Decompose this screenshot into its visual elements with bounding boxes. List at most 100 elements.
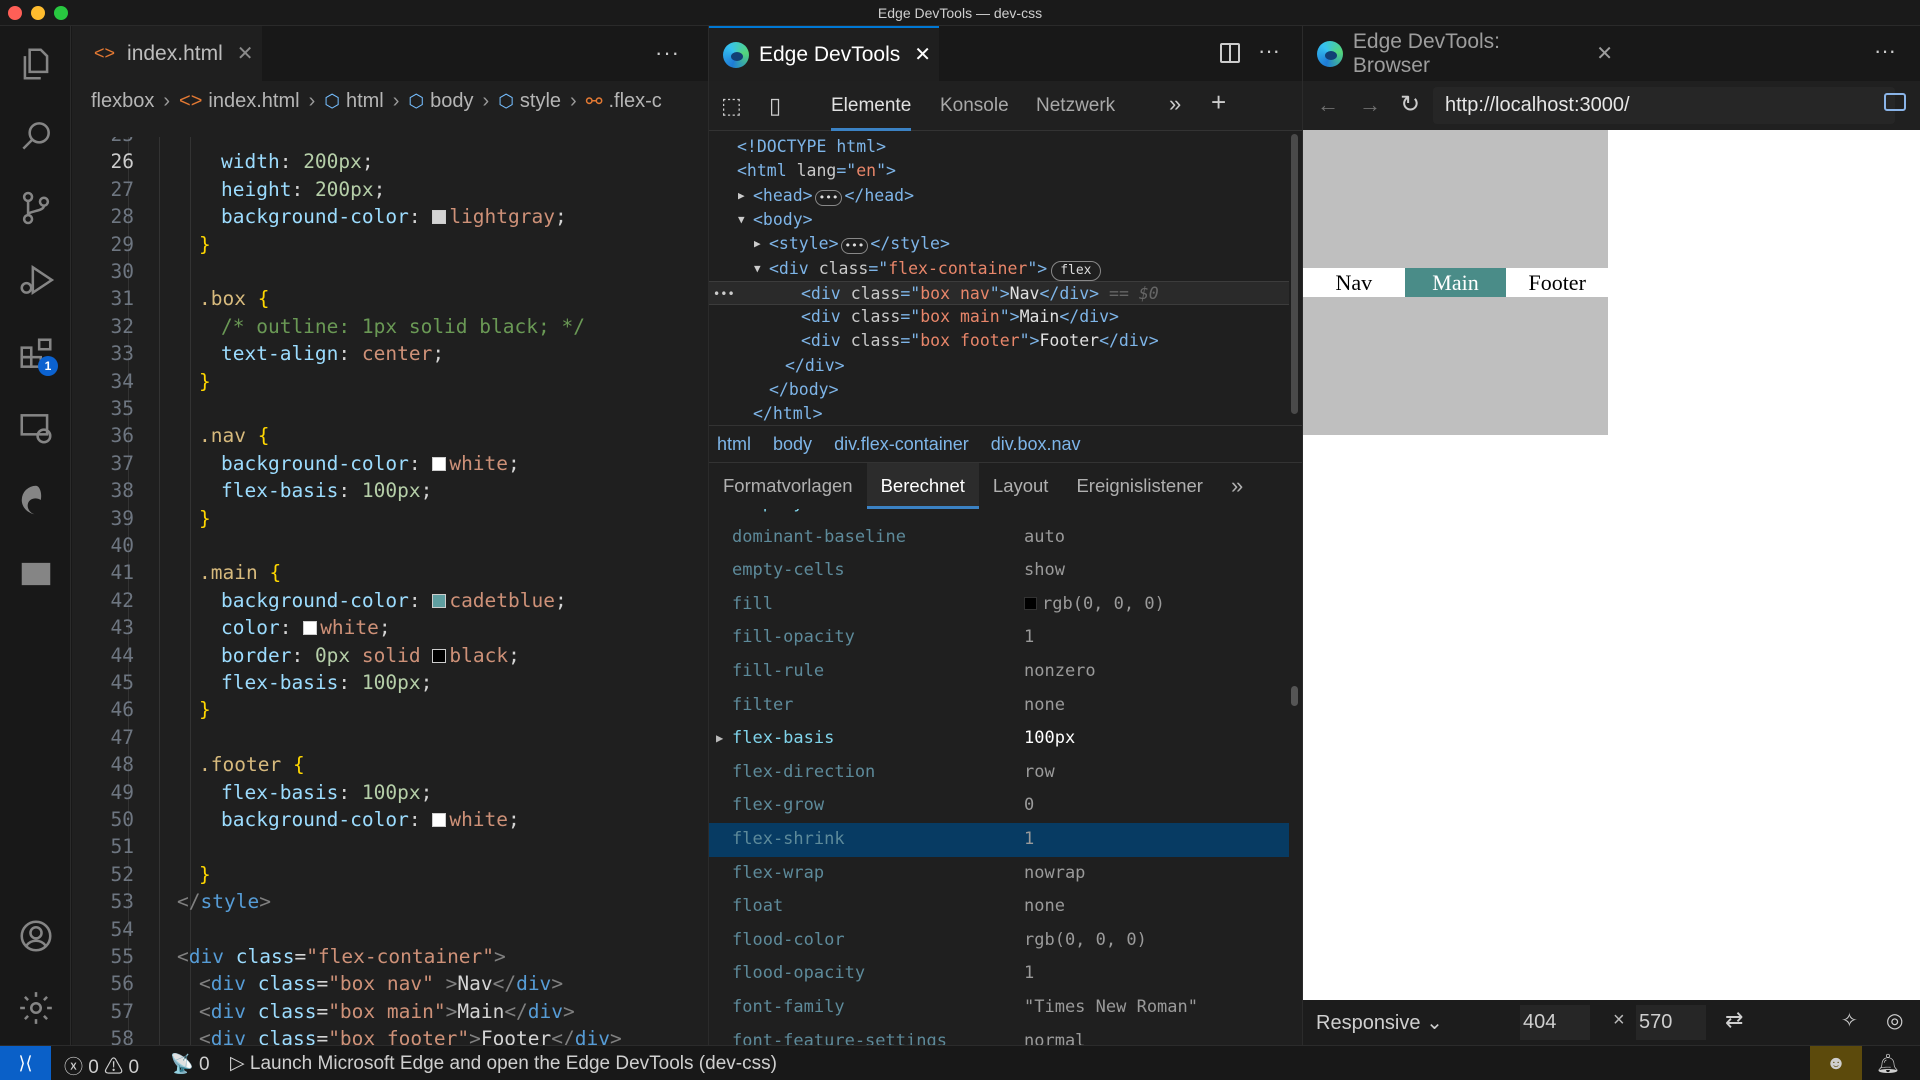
code-line[interactable]: 32 /* outline: 1px solid black; */ <box>72 313 708 340</box>
breadcrumb-item[interactable]: .flex-c <box>608 90 661 113</box>
tab-ereignislistener[interactable]: Ereignislistener <box>1062 463 1216 509</box>
code-line[interactable]: 48 .footer { <box>72 751 708 778</box>
node-actions-icon[interactable]: ••• <box>713 282 735 306</box>
accounts-button[interactable] <box>14 914 58 958</box>
computed-styles-list[interactable]: ▶ display block dominant-baseline auto empty-… <box>709 509 1289 1045</box>
browser-tab[interactable]: Edge DevTools: Browser ✕ <box>1303 26 1613 81</box>
collapse-triangle-icon[interactable]: ▼ <box>738 208 745 232</box>
tab-konsole[interactable]: Konsole <box>940 81 1009 131</box>
computed-property-row[interactable]: font-feature-settings normal <box>709 1025 1289 1045</box>
tab-netzwerk[interactable]: Netzwerk <box>1036 81 1115 131</box>
notifications-icon[interactable]: 🔔︎ <box>1876 1052 1900 1076</box>
code-line[interactable]: 41 .main { <box>72 559 708 586</box>
docker-button[interactable] <box>14 552 58 596</box>
computed-property-row[interactable]: flood-opacity 1 <box>709 957 1289 991</box>
code-line[interactable]: 55 <div class="flex-container"> <box>72 943 708 970</box>
breadcrumb-item[interactable]: html <box>346 90 384 113</box>
url-input[interactable]: http://localhost:3000/ <box>1433 87 1895 124</box>
collapse-triangle-icon[interactable]: ▼ <box>754 257 761 281</box>
code-line[interactable]: 33 text-align: center; <box>72 340 708 367</box>
expand-triangle-icon[interactable]: ▶ <box>716 722 723 756</box>
viewport-height-input[interactable]: 570 <box>1636 1005 1706 1040</box>
launch-config[interactable]: ▷ Launch Microsoft Edge and open the Edg… <box>230 1052 777 1075</box>
color-swatch[interactable] <box>1024 596 1037 610</box>
vision-deficiency-icon[interactable]: ◎ <box>1886 1008 1903 1033</box>
computed-property-row[interactable]: flex-direction row <box>709 756 1289 790</box>
more-actions-icon[interactable]: ··· <box>655 40 680 66</box>
dom-node[interactable]: ▼ <body> <box>709 208 1289 232</box>
expand-triangle-icon[interactable]: ▶ <box>754 232 761 256</box>
computed-property-row[interactable]: fill-rule nonzero <box>709 655 1289 689</box>
code-line[interactable]: 45 flex-basis: 100px; <box>72 669 708 696</box>
tab-berechnet[interactable]: Berechnet <box>866 463 979 509</box>
device-emulation-icon[interactable]: ▯ <box>769 93 781 119</box>
more-actions-icon[interactable]: ··· <box>1258 38 1280 64</box>
computed-property-row[interactable]: fill rgb(0, 0, 0) <box>709 588 1289 622</box>
dom-node[interactable]: <div class="box footer">Footer</div> <box>709 329 1289 353</box>
more-tabs-icon[interactable]: » <box>1169 91 1181 117</box>
code-line[interactable]: 35 <box>72 395 708 422</box>
code-line[interactable]: 46} <box>72 696 708 723</box>
code-line[interactable]: 58 <div class="box footer">Footer</div> <box>72 1025 708 1045</box>
code-line[interactable]: 49 flex-basis: 100px; <box>72 779 708 806</box>
code-line[interactable]: 27 height: 200px; <box>72 176 708 203</box>
breadcrumb-item[interactable]: flexbox <box>91 90 154 113</box>
dom-node[interactable]: ▶ <style> ••• </style> <box>709 232 1289 256</box>
breadcrumb-item[interactable]: style <box>520 90 561 113</box>
computed-property-row[interactable]: ▶ flex-basis 100px <box>709 722 1289 756</box>
computed-scrollbar[interactable] <box>1291 686 1298 706</box>
dom-crumb[interactable]: div.box.nav <box>991 434 1081 455</box>
remote-indicator[interactable]: ⟩⟨ <box>0 1046 51 1080</box>
dom-crumb[interactable]: html <box>717 434 751 455</box>
edge-devtools-button[interactable] <box>14 478 58 522</box>
code-line[interactable]: 25 <box>72 137 708 148</box>
run-debug-button[interactable] <box>14 258 58 302</box>
code-line[interactable]: 40 <box>72 532 708 559</box>
code-line[interactable]: 34} <box>72 368 708 395</box>
manage-button[interactable] <box>14 986 58 1030</box>
expand-triangle-icon[interactable]: ▶ <box>716 509 723 521</box>
code-line[interactable]: 30 <box>72 258 708 285</box>
dom-node[interactable]: <div class="box main">Main</div> <box>709 305 1289 329</box>
explorer-button[interactable] <box>14 42 58 86</box>
copilot-button[interactable]: ☻ <box>1810 1046 1862 1080</box>
reload-icon[interactable]: ↻ <box>1400 90 1420 119</box>
back-icon[interactable]: ← <box>1317 92 1339 118</box>
inspect-screencast-icon[interactable] <box>1884 93 1906 111</box>
more-subtabs-icon[interactable]: » <box>1217 463 1257 509</box>
problems-indicator[interactable]: ⓧ 0 ⚠ 0 <box>64 1052 139 1079</box>
computed-property-row[interactable]: font-family "Times New Roman" <box>709 991 1289 1025</box>
tab-formatvorlagen[interactable]: Formatvorlagen <box>709 463 867 509</box>
code-line[interactable]: 31 .box { <box>72 285 708 312</box>
computed-property-row[interactable]: filter none <box>709 689 1289 723</box>
elements-scrollbar[interactable] <box>1291 134 1298 414</box>
tab-elemente[interactable]: Elemente <box>831 81 912 131</box>
code-line[interactable]: 29} <box>72 231 708 258</box>
expand-triangle-icon[interactable]: ▶ <box>738 184 745 208</box>
code-area[interactable]: 25 26 width: 200px; 27 height: 200px; 28 backg… <box>72 137 708 1045</box>
close-icon[interactable]: ✕ <box>1596 41 1613 66</box>
rotate-icon[interactable]: ⇄ <box>1725 1007 1743 1033</box>
source-control-button[interactable] <box>14 186 58 230</box>
code-line[interactable]: 52} <box>72 861 708 888</box>
dom-node[interactable]: </html> <box>709 402 1289 425</box>
computed-property-row[interactable]: dominant-baseline auto <box>709 521 1289 555</box>
computed-property-row[interactable]: fill-opacity 1 <box>709 621 1289 655</box>
code-line[interactable]: 51 <box>72 833 708 860</box>
computed-property-row[interactable]: float none <box>709 890 1289 924</box>
remote-explorer-button[interactable] <box>14 406 58 450</box>
dom-node[interactable]: </div> <box>709 354 1289 378</box>
code-line[interactable]: 36 .nav { <box>72 422 708 449</box>
editor-tab-index-html[interactable]: <> index.html ✕ <box>72 26 262 81</box>
code-line[interactable]: 37 background-color: white; <box>72 450 708 477</box>
code-line[interactable]: 54 <box>72 916 708 943</box>
extensions-button[interactable]: 1 <box>14 332 58 376</box>
breadcrumb-item[interactable]: index.html <box>208 90 299 113</box>
devtools-editor-tab[interactable]: Edge DevTools ✕ <box>709 26 939 81</box>
code-line[interactable]: 47 <box>72 724 708 751</box>
add-tab-icon[interactable]: + <box>1211 87 1226 118</box>
computed-property-row[interactable]: flex-shrink 1 <box>709 823 1289 857</box>
ports-indicator[interactable]: 📡 0 <box>170 1052 210 1076</box>
elements-tree[interactable]: <!DOCTYPE html> <html lang="en"> ▶ <head> ••… <box>709 131 1289 425</box>
split-editor-icon[interactable] <box>1220 43 1240 63</box>
